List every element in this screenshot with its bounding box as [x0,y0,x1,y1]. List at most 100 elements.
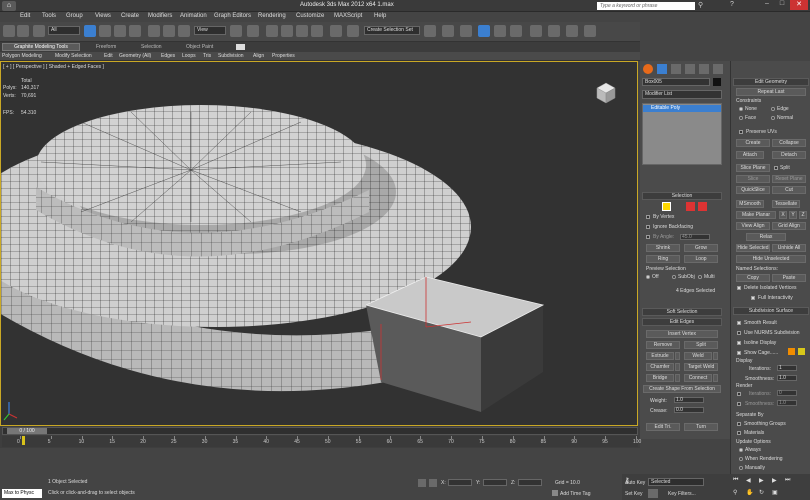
move-icon[interactable] [148,25,160,37]
object-color-swatch[interactable] [713,78,721,86]
selected-dropdown[interactable]: Selected [648,478,704,486]
link-icon[interactable] [33,25,45,37]
search-icon[interactable]: ⚲ [698,1,703,9]
split-checkbox[interactable] [774,166,778,170]
zoom-icon[interactable]: ⚲ [733,489,741,497]
app-logo-icon[interactable]: ⌂ [2,1,16,11]
preview-off-radio[interactable] [646,275,650,279]
selection-rollout-header[interactable]: Selection [642,192,722,200]
preview-multi-radio[interactable] [698,275,702,279]
weld-button[interactable]: Weld [684,352,712,360]
extrude-button[interactable]: Extrude [646,352,674,360]
slice-plane-button[interactable]: Slice Plane [736,164,770,172]
edit-geometry-rollout-header[interactable]: Edit Geometry [733,78,809,86]
pivot-icon[interactable] [230,25,242,37]
window-crossing-icon[interactable] [129,25,141,37]
menu-edit[interactable]: Edit [20,13,30,19]
grow-button[interactable]: Grow [684,244,718,252]
select-by-name-icon[interactable] [99,25,111,37]
modify-tab-icon[interactable] [657,64,667,74]
maxscript-listener[interactable]: Max to Physc [2,489,42,498]
relax-button[interactable]: Relax [746,233,786,241]
set-key-button[interactable]: Set Key [625,491,643,497]
ribbon-polygon-modeling[interactable]: Polygon Modeling [2,53,42,59]
absolute-mode-icon[interactable] [429,479,437,487]
scale-icon[interactable] [178,25,190,37]
ribbon-edit[interactable]: Edit [104,53,113,59]
search-field[interactable]: Type a keyword or phrase [597,2,695,10]
close-button[interactable]: ✕ [790,0,808,10]
polygon-mode-icon[interactable] [698,202,707,211]
stack-item-editable-poly[interactable]: Editable Poly [643,105,721,112]
render-iterations-checkbox[interactable] [737,392,741,396]
y-coordinate-field[interactable] [483,479,507,486]
reset-plane-button[interactable]: Reset Plane [772,175,806,183]
full-interactivity-checkbox[interactable] [751,296,755,300]
time-slider-handle[interactable]: 0 / 100 [7,428,47,434]
perspective-viewport[interactable]: [ + ] [ Perspective ] [ Shaded + Edged F… [0,61,638,426]
curve-editor-icon[interactable] [478,25,490,37]
snaps-icon[interactable] [266,25,278,37]
by-vertex-checkbox[interactable] [646,215,650,219]
remove-button[interactable]: Remove [646,341,680,349]
insert-vertex-button[interactable]: Insert Vertex [646,330,718,338]
loop-button[interactable]: Loop [684,255,718,263]
menu-modifiers[interactable]: Modifiers [148,13,172,19]
edit-named-selection-icon[interactable] [330,25,342,37]
turn-button[interactable]: Turn [684,423,718,431]
menu-views[interactable]: Views [95,13,111,19]
teapot-icon[interactable] [584,25,596,37]
add-time-tag-label[interactable]: Add Time Tag [560,491,590,497]
rectangular-region-icon[interactable] [114,25,126,37]
display-iterations-spinner[interactable]: 1 [777,365,797,371]
msmooth-button[interactable]: MSmooth [736,200,764,208]
ribbon-modify-selection[interactable]: Modify Selection [55,53,92,59]
planar-z-button[interactable]: Z [799,211,807,219]
time-slider[interactable]: 0 / 100 [2,427,638,435]
create-button[interactable]: Create [736,139,770,147]
create-shape-button[interactable]: Create Shape From Selection [643,385,721,393]
schematic-view-icon[interactable] [494,25,506,37]
track-bar[interactable]: 0 5 10 15 20 25 30 35 40 45 50 55 60 65 70 75 80 85 90 95 10… [2,436,641,447]
select-manipulate-icon[interactable] [247,25,259,37]
modifier-list-dropdown[interactable]: Modifier List [642,90,722,99]
mirror-icon[interactable] [347,25,359,37]
z-coordinate-field[interactable] [518,479,542,486]
previous-frame-icon[interactable]: ◀ [746,477,756,485]
attach-button[interactable]: Attach [736,151,764,159]
repeat-last-button[interactable]: Repeat Last [736,88,806,96]
menu-customize[interactable]: Customize [296,13,324,19]
key-filters-button[interactable]: Key Filters... [668,491,696,497]
connect-button[interactable]: Connect [684,374,712,382]
planar-x-button[interactable]: X [779,211,787,219]
cage-color-swatch-1[interactable] [788,348,795,355]
motion-tab-icon[interactable] [685,64,695,74]
key-mode-icon[interactable] [648,489,658,498]
hide-selected-button[interactable]: Hide Selected [736,244,770,252]
subdivision-surface-rollout-header[interactable]: Subdivision Surface [733,307,809,315]
x-coordinate-field[interactable] [448,479,472,486]
viewport-label[interactable]: [ + ] [ Perspective ] [ Shaded + Edged F… [3,64,104,70]
chamfer-button[interactable]: Chamfer [646,363,674,371]
isoline-display-checkbox[interactable] [737,341,741,345]
edit-tri-button[interactable]: Edit Tri. [646,423,680,431]
help-icon[interactable]: ? [730,1,734,8]
constraint-normal-radio[interactable] [771,116,775,120]
rotate-icon[interactable] [163,25,175,37]
target-weld-button[interactable]: Target Weld [684,363,718,371]
create-tab-icon[interactable] [643,64,653,74]
constraint-face-radio[interactable] [739,116,743,120]
by-angle-spinner[interactable]: 45.0 [680,234,710,240]
maximize-button[interactable]: □ [775,0,789,10]
play-icon[interactable]: ▶ [759,477,769,485]
chamfer-settings-button[interactable] [675,363,680,371]
ribbon-loops[interactable]: Loops [182,53,196,59]
shrink-button[interactable]: Shrink [646,244,680,252]
make-planar-button[interactable]: Make Planar [736,211,776,219]
ignore-backfacing-checkbox[interactable] [646,225,650,229]
constraint-edge-radio[interactable] [771,107,775,111]
connect-settings-button[interactable] [713,374,718,382]
bridge-button[interactable]: Bridge [646,374,674,382]
menu-rendering[interactable]: Rendering [258,13,286,19]
render-iterations-spinner[interactable]: 0 [777,390,797,396]
